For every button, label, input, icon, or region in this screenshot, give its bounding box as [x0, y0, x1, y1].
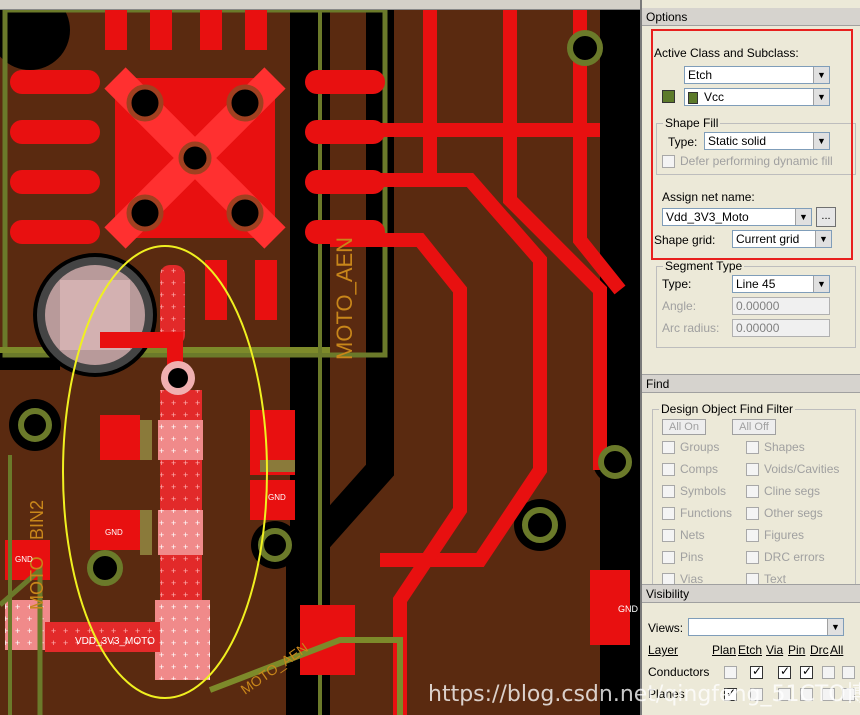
find-filter-title: Design Object Find Filter: [659, 402, 796, 416]
gnd-label: GND: [105, 528, 123, 537]
find-filter-label: Figures: [764, 528, 805, 542]
arc-radius-field[interactable]: 0.00000: [732, 319, 830, 337]
all-on-button[interactable]: All On: [662, 419, 706, 435]
find-filter-label: Shapes: [764, 440, 805, 454]
moto-bin-label: MOTO: [27, 556, 47, 610]
find-filter-label: Other segs: [764, 506, 823, 520]
visibility-column-header[interactable]: Via: [766, 643, 783, 657]
find-filter-label: Functions: [680, 506, 733, 520]
find-filter-checkbox[interactable]: [746, 441, 759, 454]
visibility-column-header[interactable]: Etch: [738, 643, 762, 657]
find-filter-label: Nets: [680, 528, 705, 542]
gnd-label: GND: [618, 604, 639, 614]
find-filter-label: Cline segs: [764, 484, 821, 498]
visibility-column-header[interactable]: Drc: [810, 643, 829, 657]
find-filter-checkbox[interactable]: [662, 507, 675, 520]
find-filter-checkbox[interactable]: [662, 441, 675, 454]
highlight-box: [651, 29, 853, 260]
find-filter-checkbox[interactable]: [746, 463, 759, 476]
find-filter-checkbox[interactable]: [662, 463, 675, 476]
options-header[interactable]: Options: [642, 8, 860, 26]
visibility-column-header[interactable]: Pin: [788, 643, 805, 657]
bin2-label: BIN2: [27, 500, 47, 540]
views-select[interactable]: ▼: [688, 618, 844, 636]
find-filter-checkbox[interactable]: [746, 507, 759, 520]
watermark: https://blog.csdn.net/qingfeng_51CTO博客: [428, 682, 860, 707]
angle-field[interactable]: 0.00000: [732, 297, 830, 315]
moto-aen-label: MOTO_AEN: [332, 237, 357, 360]
allegro-window: + +: [0, 0, 860, 715]
toolbar[interactable]: [0, 0, 640, 10]
visibility-column-header[interactable]: All: [830, 643, 843, 657]
chevron-down-icon[interactable]: ▼: [813, 276, 829, 292]
find-filter-checkbox[interactable]: [746, 551, 759, 564]
find-filter-checkbox[interactable]: [746, 485, 759, 498]
gnd-label: GND: [268, 493, 286, 502]
find-header[interactable]: Find: [642, 375, 860, 393]
find-filter-checkbox[interactable]: [662, 485, 675, 498]
segment-type-label: Type:: [662, 277, 692, 291]
gnd-label: GND: [15, 555, 33, 564]
find-filter-checkbox[interactable]: [662, 529, 675, 542]
find-filter-label: Pins: [680, 550, 704, 564]
pcb-canvas[interactable]: + +: [0, 0, 640, 715]
find-filter-checkbox[interactable]: [662, 551, 675, 564]
visibility-header[interactable]: Visibility: [642, 585, 860, 603]
pcb-drawing: + +: [0, 0, 640, 715]
vdd-moto-label: VDD_3V3_MOTO: [75, 636, 155, 647]
find-filter-label: DRC errors: [764, 550, 825, 564]
angle-label: Angle:: [662, 299, 697, 313]
chevron-down-icon[interactable]: ▼: [827, 619, 843, 635]
find-filter-checkbox[interactable]: [746, 529, 759, 542]
visibility-column-header[interactable]: Layer: [648, 643, 678, 657]
segment-type-title: Segment Type: [663, 259, 745, 273]
find-filter-label: Comps: [680, 462, 719, 476]
visibility-column-header[interactable]: Plan: [712, 643, 736, 657]
find-pane: Find Design Object Find Filter All On Al…: [642, 374, 860, 586]
arc-radius-label: Arc radius:: [662, 321, 720, 335]
find-filter-label: Voids/Cavities: [764, 462, 840, 476]
segment-type-select[interactable]: Line 45 ▼: [732, 275, 830, 293]
find-filter-label: Symbols: [680, 484, 727, 498]
views-label: Views:: [648, 621, 684, 635]
find-filter-label: Groups: [680, 440, 720, 454]
all-off-button[interactable]: All Off: [732, 419, 776, 435]
